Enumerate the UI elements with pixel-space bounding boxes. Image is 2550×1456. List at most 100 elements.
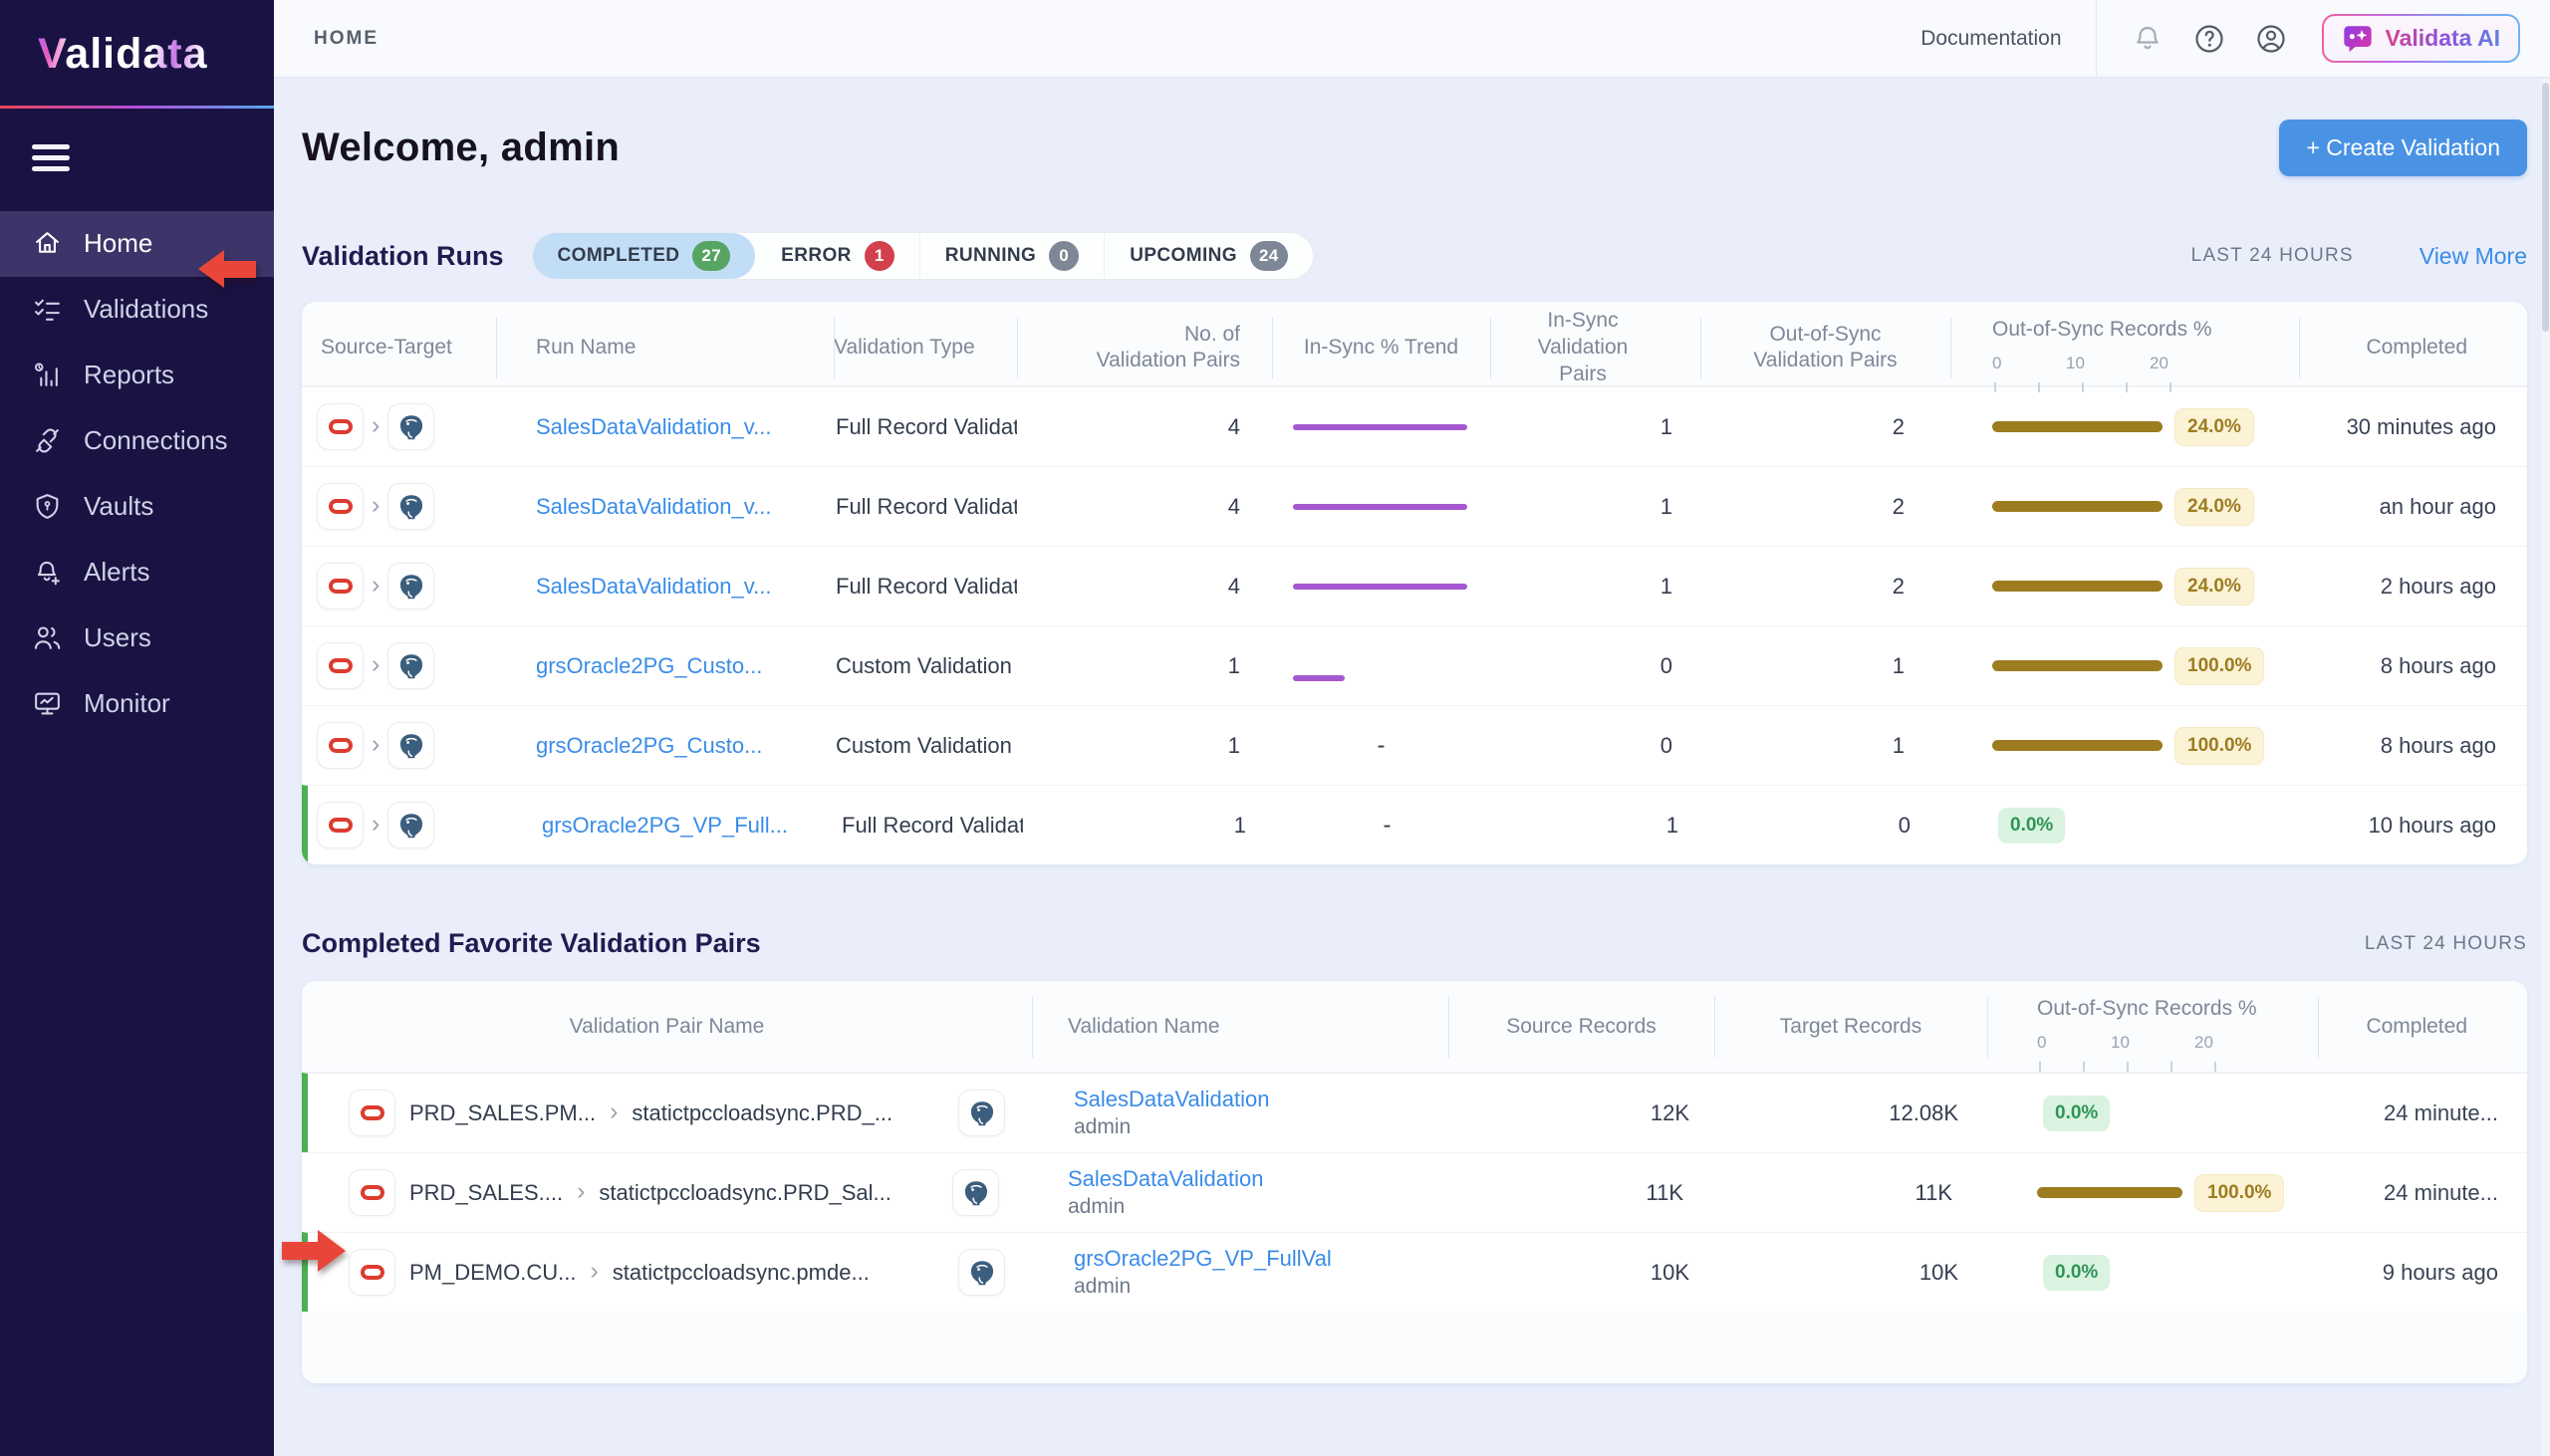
completed-time: 8 hours ago xyxy=(2299,706,2527,785)
sidebar-item-connections[interactable]: Connections xyxy=(0,408,274,474)
in-sync-trend-line xyxy=(1293,424,1467,430)
tab-label: UPCOMING xyxy=(1130,245,1237,267)
table-row: › SalesDataValidation_v... Full Record V… xyxy=(302,546,2527,625)
create-validation-button[interactable]: + Create Validation xyxy=(2279,120,2527,176)
sidebar-nav: Home Validations Reports Connections Vau… xyxy=(0,211,274,737)
plug-icon xyxy=(32,425,63,456)
column-header: Out-of-Sync Records % 01020 xyxy=(1950,302,2299,394)
source-records: 11K xyxy=(1448,1153,1714,1232)
menu-toggle-button[interactable] xyxy=(32,144,70,171)
column-header: Completed xyxy=(2318,981,2527,1074)
sidebar-item-vaults[interactable]: Vaults xyxy=(0,474,274,540)
documentation-link[interactable]: Documentation xyxy=(1920,27,2061,51)
pairs-count: 1 xyxy=(1017,706,1272,785)
percent-badge: 100.0% xyxy=(2174,647,2264,685)
tab-completed[interactable]: COMPLETED 27 xyxy=(533,233,756,279)
count-badge: 27 xyxy=(692,241,730,271)
percent-badge: 0.0% xyxy=(2043,1095,2110,1131)
column-header: Source-Target xyxy=(302,302,496,394)
oracle-icon xyxy=(317,802,364,849)
chevron-right-icon: › xyxy=(372,493,380,521)
validation-type: Full Record Validation xyxy=(834,387,1017,466)
run-name-link[interactable]: SalesDataValidation_v... xyxy=(536,414,771,440)
completed-time: 9 hours ago xyxy=(2324,1233,2527,1312)
table-row: PM_DEMO.CU... › statictpccloadsync.pmde.… xyxy=(302,1232,2527,1312)
validation-type: Custom Validation xyxy=(834,626,1017,705)
validation-type: Full Record Validation xyxy=(834,467,1017,546)
column-header: In-Sync % Trend xyxy=(1272,302,1490,394)
time-range-label: LAST 24 HOURS xyxy=(2365,933,2527,955)
validation-type: Custom Validation xyxy=(834,706,1017,785)
run-name-link[interactable]: grsOracle2PG_VP_Full... xyxy=(542,813,788,839)
account-button[interactable] xyxy=(2254,22,2288,56)
tab-label: ERROR xyxy=(781,245,852,267)
sidebar-item-reports[interactable]: Reports xyxy=(0,343,274,408)
ai-chat-icon xyxy=(2342,23,2374,55)
out-of-sync-bar xyxy=(1992,740,2163,751)
validation-name-link[interactable]: SalesDataValidation xyxy=(1074,1087,1270,1112)
column-header: Validation Name xyxy=(1032,981,1448,1074)
question-circle-icon xyxy=(2192,22,2226,56)
scrollbar[interactable] xyxy=(2541,79,2550,1456)
tab-running[interactable]: RUNNING 0 xyxy=(919,233,1104,279)
sidebar-item-alerts[interactable]: Alerts xyxy=(0,540,274,606)
run-name-link[interactable]: SalesDataValidation_v... xyxy=(536,494,771,520)
shield-icon xyxy=(32,491,63,522)
records-scale: 01020 xyxy=(1992,353,2177,394)
out-of-sync-count: 1 xyxy=(1700,706,1950,785)
source-target-cell: › xyxy=(302,626,496,705)
validation-pair-cell: PM_DEMO.CU... › statictpccloadsync.pmde.… xyxy=(308,1233,1038,1312)
pairs-count: 4 xyxy=(1017,547,1272,625)
completed-time: 2 hours ago xyxy=(2299,547,2527,625)
sidebar-item-users[interactable]: Users xyxy=(0,606,274,671)
scrollbar-thumb[interactable] xyxy=(2542,83,2549,332)
tab-error[interactable]: ERROR 1 xyxy=(755,233,919,279)
tab-upcoming[interactable]: UPCOMING 24 xyxy=(1104,233,1312,279)
sidebar-item-label: Vaults xyxy=(84,491,153,522)
tab-label: COMPLETED xyxy=(558,245,680,267)
notifications-button[interactable] xyxy=(2131,22,2165,56)
in-sync-count: 1 xyxy=(1490,387,1700,466)
validation-runs-table: Source-Target Run Name Validation Type N… xyxy=(302,302,2527,864)
pair-source: PM_DEMO.CU... xyxy=(409,1260,576,1286)
source-target-cell: › xyxy=(302,547,496,625)
trend-empty: - xyxy=(1272,706,1490,785)
run-name-link[interactable]: grsOracle2PG_Custo... xyxy=(536,653,762,679)
validation-name-link[interactable]: SalesDataValidation xyxy=(1068,1166,1264,1192)
chevron-right-icon: › xyxy=(372,573,380,601)
out-of-sync-count: 2 xyxy=(1700,387,1950,466)
validata-ai-button[interactable]: Validata AI xyxy=(2322,14,2520,63)
sidebar-item-label: Validations xyxy=(84,294,208,325)
completed-time: 24 minute... xyxy=(2324,1074,2527,1152)
view-more-link[interactable]: View More xyxy=(2420,243,2527,270)
sidebar: Validata Home Validations Reports Connec… xyxy=(0,0,274,1456)
in-sync-count: 1 xyxy=(1490,467,1700,546)
postgres-icon xyxy=(387,403,434,450)
home-icon xyxy=(32,228,63,259)
in-sync-trend-line xyxy=(1293,504,1467,510)
table-row: PRD_SALES.... › statictpccloadsync.PRD_S… xyxy=(302,1152,2527,1232)
in-sync-trend-line xyxy=(1293,584,1467,590)
table-row: › grsOracle2PG_Custo... Custom Validatio… xyxy=(302,705,2527,785)
help-button[interactable] xyxy=(2192,22,2226,56)
hamburger-icon xyxy=(32,144,70,149)
validation-type: Full Record Validation xyxy=(840,786,1023,864)
count-badge: 24 xyxy=(1250,241,1288,271)
source-target-cell: › xyxy=(302,706,496,785)
target-records: 10K xyxy=(1720,1233,1993,1312)
chevron-right-icon: › xyxy=(372,413,380,441)
validation-owner: admin xyxy=(1068,1195,1125,1219)
column-header: Target Records xyxy=(1714,981,1987,1074)
pairs-count: 1 xyxy=(1017,626,1272,705)
completed-time: 24 minute... xyxy=(2318,1153,2527,1232)
out-of-sync-bar xyxy=(2037,1187,2182,1198)
sidebar-item-monitor[interactable]: Monitor xyxy=(0,671,274,737)
sidebar-item-label: Monitor xyxy=(84,688,170,719)
run-name-link[interactable]: SalesDataValidation_v... xyxy=(536,574,771,600)
monitor-icon xyxy=(32,688,63,719)
count-badge: 0 xyxy=(1049,241,1079,271)
validation-name-link[interactable]: grsOracle2PG_VP_FullVal xyxy=(1074,1246,1332,1272)
pair-target: statictpccloadsync.PRD_Sal... xyxy=(599,1180,891,1206)
column-header: Source Records xyxy=(1448,981,1714,1074)
run-name-link[interactable]: grsOracle2PG_Custo... xyxy=(536,733,762,759)
